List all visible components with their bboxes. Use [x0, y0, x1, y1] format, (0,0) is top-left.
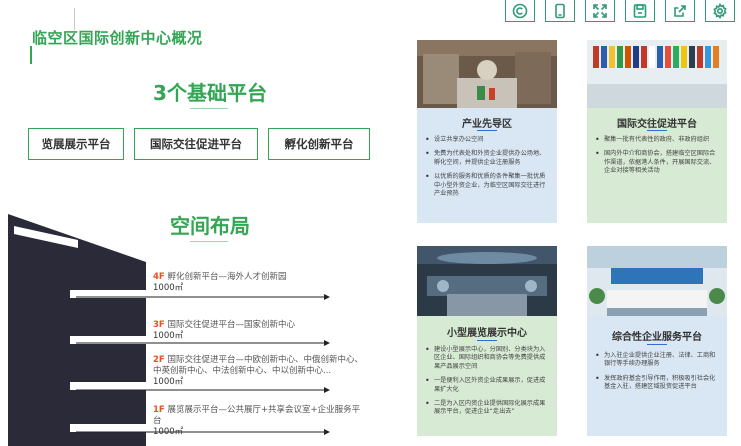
title-separator [647, 130, 667, 131]
floor-2f: 2F 国际交往促进平台—中欧创新中心、中俄创新中心、中英创新中心、中法创新中心、… [153, 355, 367, 388]
floor-area: 1000㎡ [153, 283, 184, 293]
floor-number: 1F [153, 405, 165, 415]
bullet-item: 二是为入区内资企业提供国际化展示成果展示平台，促进企业“走出去” [425, 400, 549, 417]
card-title: 小型展览展示中心 [447, 328, 527, 339]
card-bullets: 建设小型展示中心，分国别、分类块为入区企业、国际组织和商协会等免费提供成果产品展… [425, 346, 549, 423]
bullet-item: 国内外中介和商协会，搭建临空区国际合作渠道，依据港人条件，开展国际交流、企业对接… [595, 150, 719, 175]
card-bullets: 为入驻企业提供企业注册、法律、工商和银行等手续办理服务 发挥政府基金引导作用，积… [595, 352, 719, 398]
bullet-item: 聚集一批有代表性的政府、非政府组织 [595, 136, 719, 145]
photo-office-lobby [417, 40, 557, 108]
card-industry-zone: 产业先导区 设立共享办公空间 免费为代表处和外资企业提供办公场地、孵化空间，并提… [417, 40, 557, 223]
card-enterprise-service: 综合性企业服务平台 为入驻企业提供企业注册、法律、工商和银行等手续办理服务 发挥… [587, 246, 727, 436]
card-title: 综合性企业服务平台 [612, 332, 702, 343]
card-bullets: 聚集一批有代表性的政府、非政府组织 国内外中介和商协会，搭建临空区国际合作渠道，… [595, 136, 719, 182]
floor-desc: 展览展示平台—公共展厅+共享会议室+企业服务平台 [153, 405, 361, 426]
floor-number: 3F [153, 320, 165, 330]
floor-number: 2F [153, 355, 165, 365]
platform-international: 国际交往促进平台 [134, 128, 258, 160]
copyright-icon[interactable] [505, 0, 535, 22]
heading-underline [190, 108, 228, 109]
floor-number: 4F [153, 272, 165, 282]
floor-desc: 国际交往促进平台—中欧创新中心、中俄创新中心、中英创新中心、中法创新中心、中以创… [153, 355, 363, 376]
card-panel: 小型展览展示中心 建设小型展示中心，分国别、分类块为入区企业、国际组织和商协会等… [417, 316, 557, 436]
bullet-item: 一是便利入区外资企业成果展示，促进成果扩大化 [425, 377, 549, 394]
card-title: 产业先导区 [462, 119, 512, 130]
card-bullets: 设立共享办公空间 免费为代表处和外资企业提供办公场地、孵化空间，并提供企业注册服… [425, 136, 549, 204]
photo-exhibition-hall [417, 246, 557, 316]
share-icon[interactable] [665, 0, 695, 22]
toolbar [505, 0, 735, 22]
platform-incubation: 孵化创新平台 [268, 128, 370, 160]
title-separator [477, 340, 497, 341]
card-panel: 国际交往促进平台 聚集一批有代表性的政府、非政府组织 国内外中介和商协会，搭建临… [587, 108, 727, 223]
mobile-icon[interactable] [545, 0, 575, 22]
floor-desc: 孵化创新平台—海外人才创新园 [167, 272, 287, 282]
floor-1f: 1F 展览展示平台—公共展厅+共享会议室+企业服务平台 1000㎡ [153, 405, 367, 438]
card-title: 国际交往促进平台 [617, 119, 697, 130]
floor-4f: 4F 孵化创新平台—海外人才创新园 1000㎡ [153, 272, 313, 294]
bullet-item: 免费为代表处和外资企业提供办公场地、孵化空间，并提供企业注册服务 [425, 150, 549, 167]
bullet-item: 发挥政府基金引导作用，积极吸引社会化基金入驻，搭建区域投资促进平台 [595, 375, 719, 392]
floor-desc: 国际交往促进平台—国家创新中心 [167, 320, 295, 330]
platforms-heading: 3个基础平台 [153, 81, 267, 105]
title-accent-bar [30, 46, 32, 64]
bullet-item: 设立共享办公空间 [425, 136, 549, 145]
photo-service-hall [587, 246, 727, 316]
platform-exhibition: 览展展示平台 [28, 128, 124, 160]
card-exhibition-center: 小型展览展示中心 建设小型展示中心，分国别、分类块为入区企业、国际组织和商协会等… [417, 246, 557, 436]
floor-area: 1000㎡ [153, 331, 184, 341]
floor-area: 1000㎡ [153, 427, 184, 437]
photo-flags [587, 40, 727, 108]
title-separator [647, 344, 667, 345]
floor-3f: 3F 国际交往促进平台—国家创新中心 1000㎡ [153, 320, 313, 342]
title-separator [477, 130, 497, 131]
save-icon[interactable] [625, 0, 655, 22]
card-international-platform: 国际交往促进平台 聚集一批有代表性的政府、非政府组织 国内外中介和商协会，搭建临… [587, 40, 727, 223]
card-panel: 综合性企业服务平台 为入驻企业提供企业注册、法律、工商和银行等手续办理服务 发挥… [587, 316, 727, 436]
fullscreen-icon[interactable] [585, 0, 615, 22]
bullet-item: 为入驻企业提供企业注册、法律、工商和银行等手续办理服务 [595, 352, 719, 369]
settings-icon[interactable] [705, 0, 735, 22]
floor-area: 1000㎡ [153, 377, 184, 387]
card-panel: 产业先导区 设立共享办公空间 免费为代表处和外资企业提供办公场地、孵化空间，并提… [417, 108, 557, 223]
bullet-item: 以优质的服务和优质的条件聚集一批优质中小型外资企业，为临空区国际交往进行产业预热 [425, 173, 549, 198]
page-title: 临空区国际创新中心概况 [32, 29, 203, 47]
bullet-item: 建设小型展示中心，分国别、分类块为入区企业、国际组织和商协会等免费提供成果产品展… [425, 346, 549, 371]
